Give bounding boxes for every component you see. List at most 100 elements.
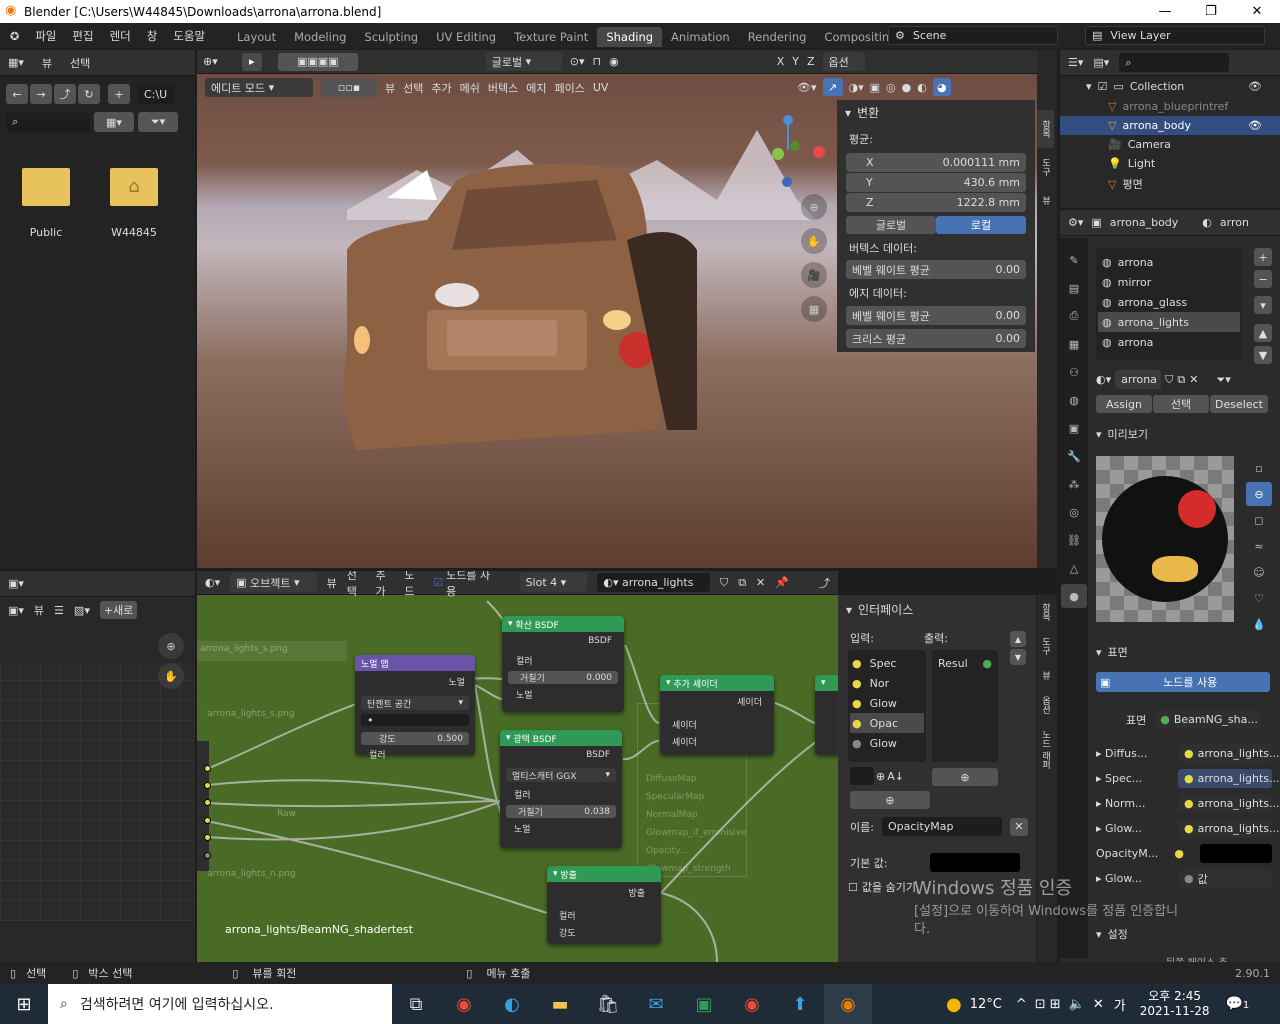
view-mode-icon[interactable]: ▣▾	[8, 604, 24, 617]
menu-render[interactable]: 렌더	[102, 28, 139, 44]
mail-icon[interactable]: ✉	[632, 984, 680, 1024]
menu-hamburger-icon[interactable]: ☰	[54, 604, 64, 617]
tab-shading[interactable]: Shading	[597, 27, 663, 47]
default-value-swatch[interactable]	[929, 853, 1020, 872]
global-toggle[interactable]: 글로벌	[846, 216, 936, 234]
constraints-tab-icon[interactable]: ⛓	[1061, 528, 1087, 552]
outliner-search-input[interactable]: ⌕	[1119, 53, 1230, 72]
eye-icon[interactable]: 👁	[1248, 119, 1262, 132]
image-canvas[interactable]	[0, 663, 195, 921]
node-editor[interactable]: ◐▾ ▣ 오브젝트 ▾ 뷰 선택 추가 노드 ☑ 노드를 사용 Slot 4 ▾ …	[197, 571, 838, 962]
particles-tab-icon[interactable]: ⁂	[1061, 472, 1087, 496]
add-output-button[interactable]: ⊕	[932, 768, 998, 786]
scene-selector[interactable]: ⚙ Scene	[888, 26, 1058, 45]
path-field[interactable]: C:\U	[138, 84, 174, 104]
move-down-icon[interactable]: ▼	[1254, 346, 1272, 364]
new-folder-icon[interactable]: +	[108, 84, 130, 104]
socket[interactable]	[204, 852, 211, 859]
outliner-display-icon[interactable]: ▤▾	[1093, 56, 1109, 69]
back-icon[interactable]: ←	[6, 84, 28, 104]
input-row[interactable]: ▸ Spec... ● arrona_lights...	[1096, 769, 1280, 788]
maximize-button[interactable]: ❐	[1188, 0, 1234, 23]
eye-icon[interactable]: 👁	[1248, 80, 1262, 93]
preview-cube-icon[interactable]: ◻	[1246, 508, 1272, 532]
interface-input[interactable]: ● Nor	[852, 673, 922, 693]
preview-fluid-icon[interactable]: 💧	[1246, 612, 1272, 636]
material-slot[interactable]: ◍ arrona_glass	[1102, 292, 1236, 312]
roughness-field[interactable]: 거칠기 0.038	[506, 805, 616, 818]
input-row[interactable]: ▸ Glow... ● arrona_lights...	[1096, 819, 1280, 838]
scene-tab-icon[interactable]: ⚇	[1061, 360, 1087, 384]
checkbox-icon[interactable]: ☑	[1098, 80, 1108, 93]
blender-taskbar-icon[interactable]: ◉	[824, 984, 872, 1024]
add-slot-button[interactable]: +	[1254, 248, 1272, 266]
material-browse-icon[interactable]: ◐▾	[1096, 373, 1111, 386]
move-up-icon[interactable]: ▲	[1254, 324, 1272, 342]
tab-texture-paint[interactable]: Texture Paint	[505, 27, 597, 47]
tab-rendering[interactable]: Rendering	[739, 27, 816, 47]
outliner-item[interactable]: ▽ arrona_blueprintref	[1060, 97, 1280, 116]
input-row[interactable]: ▸ Diffus... ● arrona_lights...	[1096, 744, 1280, 763]
clock[interactable]: 오후 2:45 2021-11-28	[1140, 989, 1210, 1019]
tab-layout[interactable]: Layout	[228, 27, 285, 47]
outliner-item[interactable]: 🎥 Camera	[1060, 135, 1280, 154]
forward-icon[interactable]: →	[30, 84, 52, 104]
object-tab-icon[interactable]: ▣	[1061, 416, 1087, 440]
opacity-color-swatch[interactable]	[1200, 844, 1272, 863]
collapse-icon[interactable]: ▾	[1096, 928, 1102, 941]
tab-item[interactable]: 항목	[1037, 110, 1054, 148]
fb-view-menu[interactable]: 뷰	[42, 55, 52, 71]
duplicate-icon[interactable]: ⧉	[1177, 373, 1185, 387]
blender-menu-icon[interactable]: ✪	[10, 30, 19, 43]
add-icon[interactable]: ⊕	[876, 770, 885, 783]
pan-hand-icon[interactable]: ✋	[158, 663, 184, 689]
preview-plane-icon[interactable]: ▫	[1246, 456, 1272, 480]
tab-uv-editing[interactable]: UV Editing	[427, 27, 505, 47]
add-input-button[interactable]: ⊕	[850, 791, 930, 809]
filter-search-input[interactable]: ⌕	[6, 112, 90, 132]
notification-icon[interactable]: 💬1	[1225, 996, 1249, 1012]
collapse-icon[interactable]: ▾	[1096, 428, 1102, 441]
pan-hand-icon[interactable]: ✋	[801, 228, 827, 254]
camera-view-icon[interactable]: 🎥	[801, 262, 827, 288]
median-z-field[interactable]: Z 1222.8 mm	[846, 193, 1026, 212]
outliner-type-icon[interactable]: ☰▾	[1068, 56, 1083, 69]
store-icon[interactable]: 🛍	[584, 984, 632, 1024]
vertex-bevel-field[interactable]: 베벨 웨이트 평균 0.00	[846, 260, 1026, 279]
interface-input[interactable]: ● Glow	[852, 693, 922, 713]
material-slot[interactable]: ◍ arrona	[1102, 252, 1236, 272]
ime-indicator[interactable]: 가	[1114, 995, 1126, 1014]
collapse-icon[interactable]: ▾	[1096, 646, 1102, 659]
tab-modeling[interactable]: Modeling	[285, 27, 355, 47]
node-normal-map[interactable]: 노멀 맵 노멀 탄젠트 공간 ▾ • 강도 0.500 컬러	[355, 655, 475, 761]
socket[interactable]	[204, 765, 211, 772]
new-image-button[interactable]: + 새로	[99, 601, 138, 619]
space-dropdown[interactable]: 탄젠트 공간 ▾	[361, 696, 469, 710]
tab-animation[interactable]: Animation	[662, 27, 739, 47]
props-type-icon[interactable]: ⚙▾	[1068, 216, 1083, 229]
remove-socket-icon[interactable]: ✕	[1009, 817, 1028, 836]
collection-row[interactable]: ▾ ☑ ▭ Collection 👁	[1060, 76, 1280, 97]
perspective-grid-icon[interactable]: ▦	[801, 296, 827, 322]
interface-input[interactable]: ● Spec	[852, 653, 922, 673]
node-glossy-bsdf[interactable]: ▾ 광택 BSDF BSDF 멀티스캐터 GGX ▾ 컬러 거칠기 0.038 노멀	[500, 730, 622, 848]
menu-edit[interactable]: 편집	[64, 28, 101, 44]
socket-name-input[interactable]: OpacityMap	[881, 817, 1002, 836]
tab-sculpting[interactable]: Sculpting	[355, 27, 427, 47]
tab-tool[interactable]: 도구	[1037, 148, 1054, 186]
data-tab-icon[interactable]: △	[1061, 556, 1087, 580]
zoom-icon[interactable]: ⊕	[158, 633, 184, 659]
file-explorer-icon[interactable]: ▬	[536, 984, 584, 1024]
fake-user-icon[interactable]: ⛉	[1165, 373, 1173, 387]
socket[interactable]	[204, 799, 211, 806]
median-y-field[interactable]: Y 430.6 mm	[846, 173, 1026, 192]
tray-icons[interactable]: ⊡ ⊞	[1035, 997, 1061, 1012]
node-emission[interactable]: ▾ 방출 방출 컬러 강도	[547, 866, 661, 944]
image-browse-icon[interactable]: ▧▾	[74, 604, 90, 617]
material-slot-active[interactable]: ◍ arrona_lights	[1098, 312, 1240, 332]
preview-cloth-icon[interactable]: ♡	[1246, 586, 1272, 610]
deselect-button[interactable]: Deselect	[1210, 395, 1268, 413]
color-swatch[interactable]	[850, 767, 874, 785]
chrome-icon-2[interactable]: ◉	[728, 984, 776, 1024]
chrome-icon[interactable]: ◉	[440, 984, 488, 1024]
